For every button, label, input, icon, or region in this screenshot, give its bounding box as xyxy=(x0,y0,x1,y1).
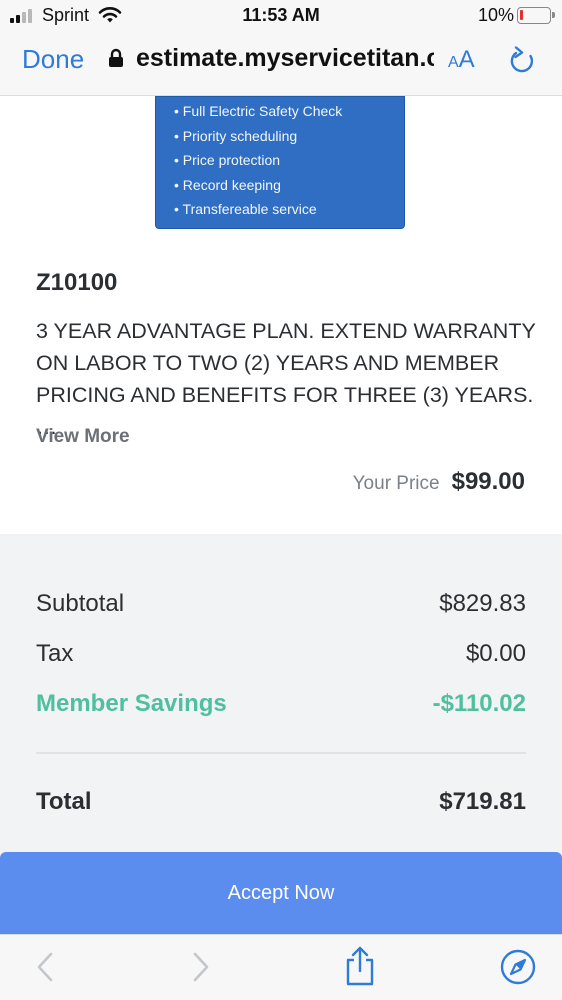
member-savings-label: Member Savings xyxy=(36,690,227,717)
item-code: Z10100 xyxy=(36,269,118,296)
chevron-left-icon[interactable] xyxy=(34,949,56,985)
total-value: $719.81 xyxy=(439,788,526,815)
battery-level xyxy=(520,10,523,20)
subtotal-label: Subtotal xyxy=(36,590,125,617)
order-summary: Subtotal $829.83 Tax $0.00 Member Saving… xyxy=(0,534,562,864)
total-label: Total xyxy=(36,788,92,815)
tax-row: Tax $0.00 xyxy=(36,640,526,668)
subtotal-value: $829.83 xyxy=(439,590,526,617)
text-size-large-glyph: A xyxy=(458,46,475,73)
compass-icon[interactable] xyxy=(499,948,537,986)
done-button[interactable]: Done xyxy=(22,44,84,75)
item-description: 3 YEAR ADVANTAGE PLAN. EXTEND WARRANTY O… xyxy=(36,319,536,439)
member-savings-value: -$110.02 xyxy=(432,690,526,717)
summary-divider xyxy=(36,752,526,754)
price-value: $99.00 xyxy=(451,468,525,495)
benefit-item: Record keeping xyxy=(174,173,404,198)
member-savings-row: Member Savings -$110.02 xyxy=(36,690,526,718)
status-bar: Sprint 11:53 AM 10% xyxy=(0,0,562,32)
plan-benefits-list: Full Electric Safety Check Priority sche… xyxy=(174,99,404,222)
url-field[interactable]: estimate.myservicetitan.com xyxy=(136,44,434,73)
tax-label: Tax xyxy=(36,640,74,667)
item-price-row: Your Price $99.00 xyxy=(353,468,525,496)
battery-icon xyxy=(517,7,555,24)
reload-icon[interactable] xyxy=(508,46,536,76)
browser-bottom-toolbar xyxy=(0,934,562,1000)
benefit-item: Full Electric Safety Check xyxy=(174,99,404,124)
accept-now-button[interactable]: Accept Now xyxy=(0,852,562,934)
tax-value: $0.00 xyxy=(465,640,526,667)
battery-percentage: 10% xyxy=(478,5,515,25)
chevron-right-icon[interactable] xyxy=(190,949,212,985)
text-size-button[interactable]: AA xyxy=(448,46,475,74)
price-label: Your Price xyxy=(352,473,440,494)
plan-benefits-image: Full Electric Safety Check Priority sche… xyxy=(155,96,405,229)
browser-toolbar: Done estimate.myservicetitan.com AA xyxy=(0,32,562,96)
view-more-link[interactable]: View More xyxy=(36,426,130,448)
subtotal-row: Subtotal $829.83 xyxy=(36,590,526,618)
benefit-item: Price protection xyxy=(174,148,404,173)
text-size-small-glyph: A xyxy=(448,54,459,71)
lock-icon xyxy=(109,48,123,67)
share-icon[interactable] xyxy=(343,945,377,987)
benefit-item: Transfereable service xyxy=(174,197,404,222)
benefit-item: Priority scheduling xyxy=(174,124,404,149)
total-row: Total $719.81 xyxy=(36,788,526,816)
